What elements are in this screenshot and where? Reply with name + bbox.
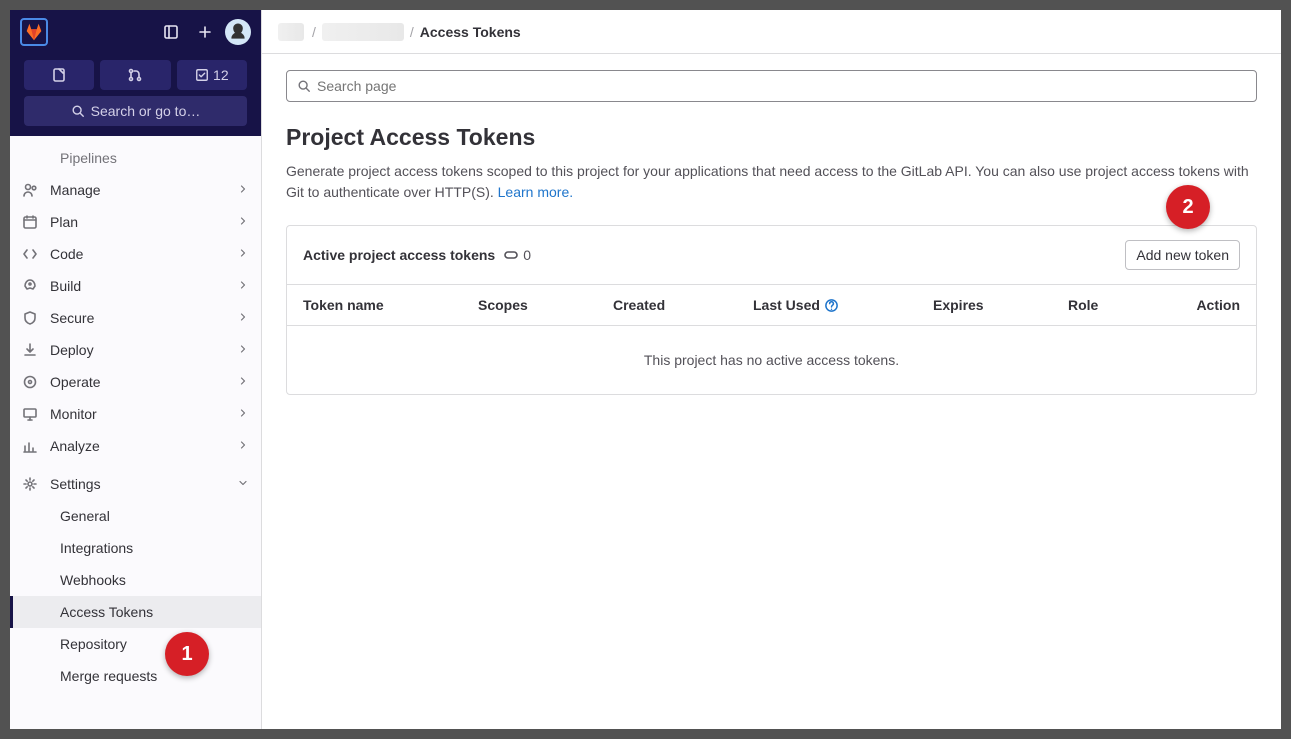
chart-icon (22, 438, 38, 454)
breadcrumbs: / / Access Tokens (262, 10, 1281, 54)
col-role: Role (1068, 297, 1168, 313)
users-icon (22, 182, 38, 198)
breadcrumb-project[interactable] (322, 23, 404, 41)
nav-sub-access-tokens[interactable]: Access Tokens (10, 596, 261, 628)
main: / / Access Tokens Project Access Tokens … (262, 10, 1281, 729)
sidebar-header (10, 10, 261, 54)
calendar-icon (22, 214, 38, 230)
page-search-input[interactable] (317, 78, 1246, 94)
table-header: Token name Scopes Created Last Used Expi… (287, 284, 1256, 326)
tokens-card: Active project access tokens 0 Add new t… (286, 225, 1257, 395)
issues-button[interactable] (24, 60, 94, 90)
sidebar-buttons: 12 (10, 54, 261, 96)
chevron-right-icon (237, 342, 249, 358)
search-icon (297, 79, 311, 93)
operate-icon (22, 374, 38, 390)
col-created: Created (613, 297, 753, 313)
chevron-right-icon (237, 438, 249, 454)
card-title: Active project access tokens 0 (303, 247, 531, 263)
chevron-right-icon (237, 214, 249, 230)
plus-icon[interactable] (191, 18, 219, 46)
todos-button[interactable]: 12 (177, 60, 247, 90)
nav-operate[interactable]: Operate (10, 366, 261, 398)
token-icon (503, 247, 519, 263)
nav-settings[interactable]: Settings (10, 468, 261, 500)
chevron-right-icon (237, 182, 249, 198)
sidebar-search[interactable]: Search or go to… (24, 96, 247, 126)
panel-icon[interactable] (157, 18, 185, 46)
gitlab-logo[interactable] (20, 18, 48, 46)
page-search[interactable] (286, 70, 1257, 102)
code-icon (22, 246, 38, 262)
col-expires: Expires (933, 297, 1068, 313)
chevron-right-icon (237, 310, 249, 326)
col-last-used: Last Used (753, 297, 933, 313)
nav-code[interactable]: Code (10, 238, 261, 270)
breadcrumb-current: Access Tokens (420, 24, 521, 40)
nav-sub-integrations[interactable]: Integrations (10, 532, 261, 564)
search-label: Search or go to… (91, 103, 201, 119)
search-icon (71, 104, 85, 118)
empty-state: This project has no active access tokens… (287, 326, 1256, 394)
chevron-right-icon (237, 374, 249, 390)
help-icon[interactable] (824, 298, 839, 313)
sidebar-search-wrap: Search or go to… (10, 96, 261, 136)
content: Project Access Tokens Generate project a… (262, 54, 1281, 411)
card-header: Active project access tokens 0 Add new t… (287, 226, 1256, 284)
nav-monitor[interactable]: Monitor (10, 398, 261, 430)
chevron-right-icon (237, 246, 249, 262)
nav-deploy[interactable]: Deploy (10, 334, 261, 366)
chevron-down-icon (237, 476, 249, 492)
nav-manage[interactable]: Manage (10, 174, 261, 206)
token-count-badge: 0 (503, 247, 531, 263)
merge-requests-button[interactable] (100, 60, 170, 90)
nav: Pipelines Manage Plan Code Build Secure … (10, 136, 261, 729)
breadcrumb-separator: / (312, 24, 316, 40)
breadcrumb-separator: / (410, 24, 414, 40)
sidebar: 12 Search or go to… Pipelines Manage Pla… (10, 10, 262, 729)
callout-2: 2 (1166, 185, 1210, 229)
nav-plan[interactable]: Plan (10, 206, 261, 238)
callout-1: 1 (165, 632, 209, 676)
page-description: Generate project access tokens scoped to… (286, 161, 1257, 203)
nav-sub-repository[interactable]: Repository (10, 628, 261, 660)
chevron-right-icon (237, 406, 249, 422)
user-avatar[interactable] (225, 19, 251, 45)
breadcrumb-group[interactable] (278, 23, 304, 41)
chevron-right-icon (237, 278, 249, 294)
nav-analyze[interactable]: Analyze (10, 430, 261, 462)
nav-sub-general[interactable]: General (10, 500, 261, 532)
col-action: Action (1168, 297, 1240, 313)
col-scopes: Scopes (478, 297, 613, 313)
nav-secure[interactable]: Secure (10, 302, 261, 334)
col-token-name: Token name (303, 297, 478, 313)
shield-icon (22, 310, 38, 326)
rocket-icon (22, 278, 38, 294)
gear-icon (22, 476, 38, 492)
nav-sub-pipelines[interactable]: Pipelines (10, 142, 261, 174)
page-title: Project Access Tokens (286, 124, 1257, 151)
deploy-icon (22, 342, 38, 358)
learn-more-link[interactable]: Learn more. (498, 184, 573, 200)
nav-build[interactable]: Build (10, 270, 261, 302)
nav-sub-merge-requests[interactable]: Merge requests (10, 660, 261, 692)
nav-sub-webhooks[interactable]: Webhooks (10, 564, 261, 596)
add-new-token-button[interactable]: Add new token (1125, 240, 1240, 270)
todo-count: 12 (213, 67, 229, 83)
monitor-icon (22, 406, 38, 422)
